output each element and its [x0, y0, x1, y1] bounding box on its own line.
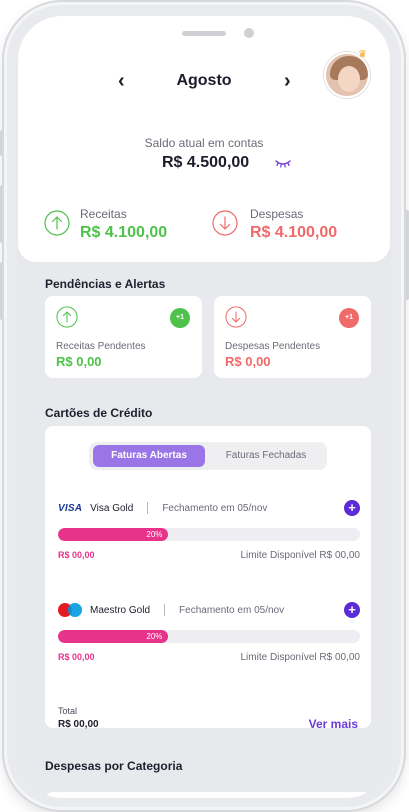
pending-expense-value: R$ 0,00	[225, 354, 271, 369]
visa-logo: VISA	[58, 502, 83, 514]
pending-expense-card[interactable]: +1 Despesas Pendentes R$ 0,00	[214, 296, 371, 378]
notification-badge: +1	[170, 308, 190, 328]
invoice-tabs: Faturas Abertas Faturas Fechadas	[89, 442, 327, 470]
credit-card-item[interactable]: VISA Visa Gold Fechamento em 05/nov + 20…	[58, 500, 360, 580]
limit-progress-fill: 20%	[58, 630, 169, 643]
card-closing-date: Fechamento em 05/nov	[179, 604, 285, 616]
front-camera	[244, 28, 254, 38]
avatar-face	[338, 66, 360, 92]
phone-frame: ‹ Agosto › ♛ Saldo atual em contas R$ 4.…	[4, 2, 404, 810]
limit-progress-label: 20%	[146, 530, 163, 539]
pending-income-card[interactable]: +1 Receitas Pendentes R$ 0,00	[45, 296, 202, 378]
credit-cards-section-title: Cartões de Crédito	[45, 406, 153, 420]
eye-closed-icon[interactable]	[275, 158, 291, 168]
tab-open-invoices[interactable]: Faturas Abertas	[93, 445, 205, 467]
tab-closed-invoices[interactable]: Faturas Fechadas	[209, 445, 323, 467]
card-name: Maestro Gold	[90, 604, 151, 616]
add-expense-button[interactable]: +	[344, 602, 360, 618]
arrow-down-circle-icon	[225, 306, 247, 328]
expense-label: Despesas	[250, 207, 304, 221]
divider	[164, 604, 166, 616]
maestro-blue-circle	[68, 603, 82, 617]
card-invoice-amount: R$ 00,00	[58, 550, 95, 560]
balance-value: R$ 4.500,00	[162, 154, 250, 171]
card-name: Visa Gold	[90, 502, 134, 514]
total-label: Total	[58, 706, 78, 716]
see-more-link[interactable]: Ver mais	[309, 717, 358, 731]
limit-progress-bar: 20%	[58, 630, 360, 643]
notification-badge: +1	[339, 308, 359, 328]
chevron-right-icon[interactable]: ›	[284, 68, 291, 94]
speaker-grille	[182, 31, 226, 36]
card-closing-date: Fechamento em 05/nov	[162, 502, 268, 514]
pending-income-value: R$ 0,00	[56, 354, 102, 369]
maestro-logo	[58, 603, 82, 617]
balance-label: Saldo atual em contas	[144, 136, 264, 150]
card-header: VISA Visa Gold Fechamento em 05/nov	[58, 500, 267, 516]
limit-progress-bar: 20%	[58, 528, 360, 541]
add-expense-button[interactable]: +	[344, 500, 360, 516]
pending-section-title: Pendências e Alertas	[45, 277, 166, 291]
pending-income-label: Receitas Pendentes	[56, 341, 146, 352]
card-available-limit: Limite Disponível R$ 00,00	[240, 652, 360, 663]
card-header: Maestro Gold Fechamento em 05/nov	[58, 602, 284, 618]
categories-section-title: Despesas por Categoria	[45, 759, 183, 773]
income-label: Receitas	[80, 207, 127, 221]
categories-card	[45, 792, 371, 798]
credit-card-item[interactable]: Maestro Gold Fechamento em 05/nov + 20% …	[58, 602, 360, 682]
phone-notch	[104, 16, 304, 52]
income-value: R$ 4.100,00	[80, 224, 168, 241]
card-available-limit: Limite Disponível R$ 00,00	[240, 550, 360, 561]
credit-cards-panel: Faturas Abertas Faturas Fechadas VISA Vi…	[45, 426, 371, 731]
limit-progress-label: 20%	[146, 632, 163, 641]
phone-power-button	[405, 210, 409, 300]
arrow-up-circle-icon	[56, 306, 78, 328]
app-screen: ‹ Agosto › ♛ Saldo atual em contas R$ 4.…	[18, 16, 390, 798]
overview-panel: ‹ Agosto › ♛ Saldo atual em contas R$ 4.…	[18, 16, 390, 262]
limit-progress-fill: 20%	[58, 528, 169, 541]
expense-value: R$ 4.100,00	[250, 224, 338, 241]
arrow-up-circle-icon	[44, 210, 70, 236]
divider	[147, 502, 149, 514]
card-invoice-amount: R$ 00,00	[58, 652, 95, 662]
arrow-down-circle-icon	[212, 210, 238, 236]
total-value: R$ 00,00	[58, 719, 99, 730]
crown-icon: ♛	[358, 49, 367, 60]
pending-expense-label: Despesas Pendentes	[225, 341, 321, 352]
